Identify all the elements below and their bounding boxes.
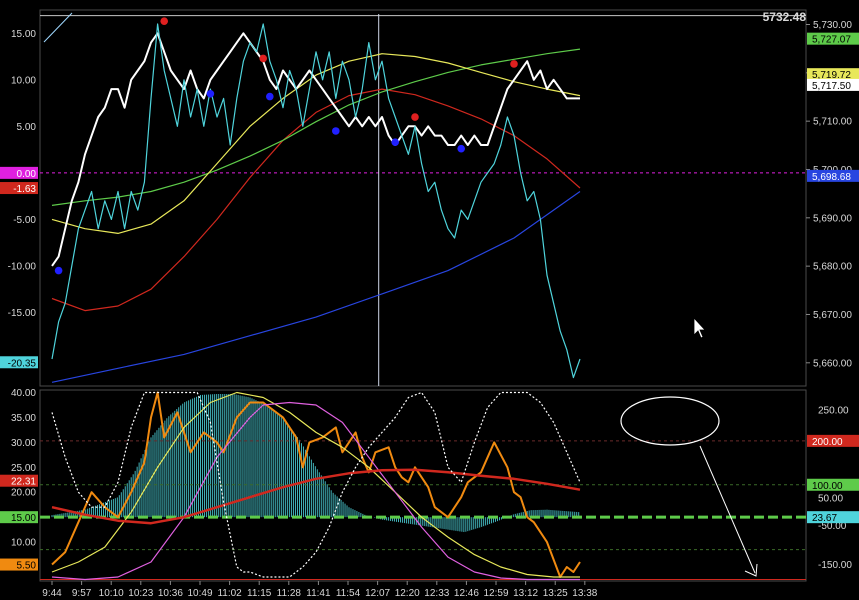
osc-right-value-tag-label: 100.00 [812,481,843,492]
osc-right-value-tag-label: 23.67 [812,513,837,524]
osc-left-tick-label: 25.00 [11,463,36,474]
time-tick-label: 13:38 [572,588,597,599]
right-axis-tick-label: 5,680.00 [813,262,852,273]
osc-left-tick-label: 30.00 [11,438,36,449]
time-tick-label: 13:12 [513,588,538,599]
osc-left-value-tag-label: 15.00 [11,513,36,524]
time-tick-label: 10:10 [99,588,124,599]
time-tick-label: 12:20 [395,588,420,599]
time-tick-label: 11:28 [277,588,302,599]
time-tick-label: 12:59 [483,588,508,599]
osc-right-tick-label: -150.00 [818,560,852,571]
signal-marker [510,60,518,68]
trading-chart: 5,730.005,720.005,710.005,700.005,690.00… [0,0,859,600]
left-value-tag-label: -1.63 [13,184,36,195]
right-axis-tick-label: 5,730.00 [813,20,852,31]
signal-marker [332,127,340,135]
osc-left-tick-label: 20.00 [11,488,36,499]
time-tick-label: 9:44 [42,588,62,599]
time-tick-label: 12:46 [454,588,479,599]
osc-right-tick-label: 50.00 [818,494,843,505]
osc-left-tick-label: 40.00 [11,388,36,399]
right-axis-tick-label: 5,670.00 [813,310,852,321]
left-value-tag-label: -20.35 [8,358,37,369]
time-tick-label: 11:15 [247,588,272,599]
header-last-price: 5732.48 [763,10,807,24]
right-value-tag-label: 5,717.50 [812,81,851,92]
right-axis-tick-label: 5,710.00 [813,117,852,128]
osc-left-tick-label: 35.00 [11,413,36,424]
left-axis-tick-label: -10.00 [8,261,37,272]
left-axis-tick-label: 15.00 [11,29,36,40]
osc-left-value-tag-label: 5.50 [17,561,37,572]
signal-marker [457,144,466,153]
right-axis-tick-label: 5,690.00 [813,213,852,224]
right-value-tag-label: 5,727.07 [812,35,851,46]
time-tick-label: 9:57 [72,588,92,599]
time-tick-label: 13:25 [543,588,568,599]
time-tick-label: 10:36 [158,588,183,599]
right-value-tag-label: 5,698.68 [812,172,851,183]
signal-marker [259,54,268,63]
time-tick-label: 11:02 [217,588,242,599]
time-tick-label: 12:33 [424,588,449,599]
osc-left-tick-label: 10.00 [11,538,36,549]
signal-marker [266,92,274,101]
right-axis-tick-label: 5,660.00 [813,358,852,369]
signal-marker [54,266,63,275]
osc-right-tick-label: 250.00 [818,405,849,416]
time-tick-label: 10:23 [128,588,153,599]
signal-marker [160,17,168,25]
time-tick-label: 11:54 [336,588,361,599]
left-axis-tick-label: 5.00 [17,122,37,133]
osc-left-value-tag-label: 22.31 [11,477,36,488]
signal-marker [411,113,419,121]
osc-right-value-tag-label: 200.00 [812,437,843,448]
left-axis-tick-label: -5.00 [13,215,36,226]
time-tick-label: 12:07 [365,588,390,599]
signal-marker [206,89,215,98]
left-value-tag-label: 0.00 [17,169,37,180]
left-axis-tick-label: -15.00 [8,308,37,319]
left-axis-tick-label: 10.00 [11,75,36,86]
signal-marker [391,138,400,146]
time-tick-label: 10:49 [187,588,212,599]
time-tick-label: 11:41 [306,588,331,599]
